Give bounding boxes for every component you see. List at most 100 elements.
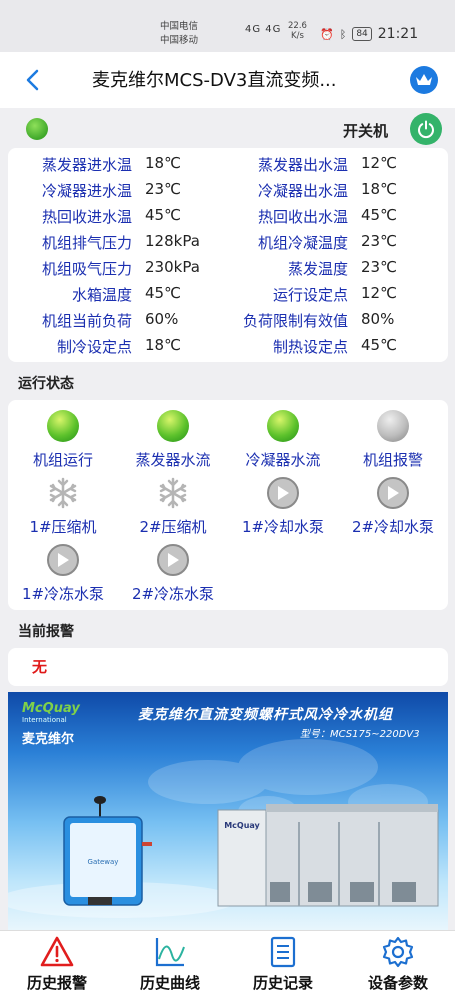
document-icon xyxy=(266,935,300,969)
param-value: 12℃ xyxy=(361,154,397,172)
param-label: 机组排气压力 xyxy=(41,234,132,252)
status-label: 机组报警 xyxy=(362,451,423,469)
param-value: 128kPa xyxy=(145,232,200,250)
param-value: 18℃ xyxy=(145,154,181,172)
status-label: 冷凝器水流 xyxy=(245,451,321,469)
running-indicator-icon xyxy=(26,118,48,140)
param-value: 80% xyxy=(361,310,395,328)
current-alarm-card: 无 xyxy=(8,648,448,686)
nav-history-alarm[interactable]: 历史报警 xyxy=(2,935,112,993)
logo-en: McQuay xyxy=(22,701,80,716)
chiller-logo: McQuay xyxy=(224,821,260,830)
status-label: 蒸发器水流 xyxy=(135,451,211,469)
back-icon[interactable] xyxy=(22,68,44,92)
status-label: 2#压缩机 xyxy=(139,518,207,536)
param-value: 60% xyxy=(145,310,179,328)
param-label: 机组吸气压力 xyxy=(41,260,132,278)
status-item: 1#压缩机 xyxy=(8,477,118,537)
nav-label: 历史记录 xyxy=(252,974,313,992)
param-row: 机组当前负荷 60% 负荷限制有效值 80% xyxy=(8,310,448,336)
chart-icon xyxy=(153,935,187,969)
status-label: 1#冷却水泵 xyxy=(241,518,325,536)
banner-title: 麦克维尔直流变频螺杆式风冷冷水机组 xyxy=(138,707,393,723)
status-label: 2#冷却水泵 xyxy=(351,518,435,536)
param-label: 蒸发器出水温 xyxy=(257,156,348,174)
alarm-value: 无 xyxy=(32,658,48,676)
logo-cn: 麦克维尔 xyxy=(22,732,75,747)
param-label: 热回收进水温 xyxy=(41,208,132,226)
param-value: 23℃ xyxy=(145,180,181,198)
status-item: 机组运行 xyxy=(8,410,118,470)
crown-icon[interactable] xyxy=(410,66,438,94)
param-value: 23℃ xyxy=(361,258,397,276)
signal-icon: 4G 4G xyxy=(245,24,282,35)
carrier-1: 中国电信 xyxy=(160,21,199,32)
nav-label: 历史曲线 xyxy=(139,974,200,992)
param-label: 制热设定点 xyxy=(272,338,348,356)
gateway-label: Gateway xyxy=(88,858,119,866)
status-item: 机组报警 xyxy=(338,410,448,470)
carrier-info: 中国电信 中国移动 xyxy=(160,20,198,48)
param-label: 机组当前负荷 xyxy=(41,312,132,330)
alarm-clock-icon: ⏰ xyxy=(320,27,334,41)
status-label: 2#冷冻水泵 xyxy=(131,585,215,603)
param-row: 蒸发器进水温 18℃ 蒸发器出水温 12℃ xyxy=(8,154,448,180)
status-item: 2#冷却水泵 xyxy=(338,477,448,537)
logo-sub: International xyxy=(22,716,67,724)
param-row: 制冷设定点 18℃ 制热设定点 45℃ xyxy=(8,336,448,362)
nav-history-chart[interactable]: 历史曲线 xyxy=(115,935,225,993)
status-item: 2#冷冻水泵 xyxy=(118,544,228,604)
play-icon xyxy=(267,477,299,509)
play-icon xyxy=(47,544,79,576)
param-row: 水箱温度 45℃ 运行设定点 12℃ xyxy=(8,284,448,310)
power-row: 开关机 xyxy=(8,112,448,146)
nav-label: 历史报警 xyxy=(26,974,87,992)
param-label: 制冷设定点 xyxy=(56,338,132,356)
banner-model: 型号：MCS175~220DV3 xyxy=(300,729,420,740)
nav-label: 设备参数 xyxy=(367,974,428,992)
mcquay-logo: McQuay International 麦克维尔 xyxy=(22,701,80,748)
param-value: 23℃ xyxy=(361,232,397,250)
green-indicator-icon xyxy=(267,410,299,442)
param-value: 45℃ xyxy=(361,336,397,354)
status-label: 1#冷冻水泵 xyxy=(21,585,105,603)
param-value: 12℃ xyxy=(361,284,397,302)
param-label: 运行设定点 xyxy=(272,286,348,304)
battery-icon: 84 xyxy=(352,27,372,41)
param-label: 水箱温度 xyxy=(71,286,132,304)
param-value: 18℃ xyxy=(145,336,181,354)
param-label: 机组冷凝温度 xyxy=(257,234,348,252)
power-button[interactable] xyxy=(410,113,442,145)
status-item: 蒸发器水流 xyxy=(118,410,228,470)
param-label: 热回收出水温 xyxy=(257,208,348,226)
param-row: 冷凝器进水温 23℃ 冷凝器出水温 18℃ xyxy=(8,180,448,206)
param-value: 230kPa xyxy=(145,258,200,276)
parameters-card: 蒸发器进水温 18℃ 蒸发器出水温 12℃ 冷凝器进水温 23℃ 冷凝器出水温 … xyxy=(8,148,448,362)
carrier-2: 中国移动 xyxy=(160,35,199,46)
status-item: 1#冷却水泵 xyxy=(228,477,338,537)
param-label: 蒸发温度 xyxy=(287,260,348,278)
param-value: 45℃ xyxy=(145,206,181,224)
clock: 21:21 xyxy=(377,26,419,42)
power-icon xyxy=(418,120,434,138)
param-row: 机组排气压力 128kPa 机组冷凝温度 23℃ xyxy=(8,232,448,258)
gear-icon xyxy=(381,935,415,969)
green-indicator-icon xyxy=(47,410,79,442)
warning-icon xyxy=(40,935,74,969)
green-indicator-icon xyxy=(157,410,189,442)
nav-device-params[interactable]: 设备参数 xyxy=(343,935,453,993)
status-label: 1#压缩机 xyxy=(29,518,97,536)
param-value: 45℃ xyxy=(361,206,397,224)
param-value: 45℃ xyxy=(145,284,181,302)
bottom-nav: 历史报警 历史曲线 历史记录 设备参数 xyxy=(0,930,455,1000)
nav-history-record[interactable]: 历史记录 xyxy=(228,935,338,993)
snowflake-icon xyxy=(157,477,189,509)
app-header: 麦克维尔MCS-DV3直流变频... xyxy=(0,52,455,108)
product-banner: Gateway McQuay McQuay International 麦克维尔… xyxy=(8,692,448,930)
running-status-title: 运行状态 xyxy=(18,376,74,392)
gray-indicator-icon xyxy=(377,410,409,442)
param-label: 冷凝器出水温 xyxy=(257,182,348,200)
current-alarm-title: 当前报警 xyxy=(18,624,74,640)
status-item: 1#冷冻水泵 xyxy=(8,544,118,604)
param-row: 热回收进水温 45℃ 热回收出水温 45℃ xyxy=(8,206,448,232)
